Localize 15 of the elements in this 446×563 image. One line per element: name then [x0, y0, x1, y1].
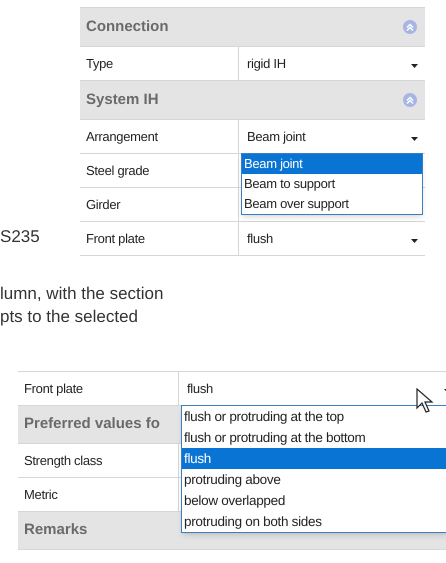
property-label: Girder	[86, 196, 120, 214]
body-text: pts to the selected	[0, 307, 139, 327]
property-label: Front plate	[86, 230, 145, 248]
section-title: Preferred values fo	[24, 414, 160, 434]
property-label: Steel grade	[86, 162, 150, 180]
section-title: Connection	[86, 16, 168, 37]
body-text: lumn, with the section	[0, 284, 164, 304]
property-label: Front plate	[24, 380, 83, 398]
property-label: Metric	[24, 486, 58, 504]
property-label: Strength class	[24, 452, 102, 470]
section-title: Remarks	[24, 520, 88, 540]
property-label: Arrangement	[86, 128, 158, 146]
body-text: S235	[0, 227, 40, 246]
property-label: Type	[86, 54, 113, 73]
section-title: System IH	[86, 90, 159, 110]
